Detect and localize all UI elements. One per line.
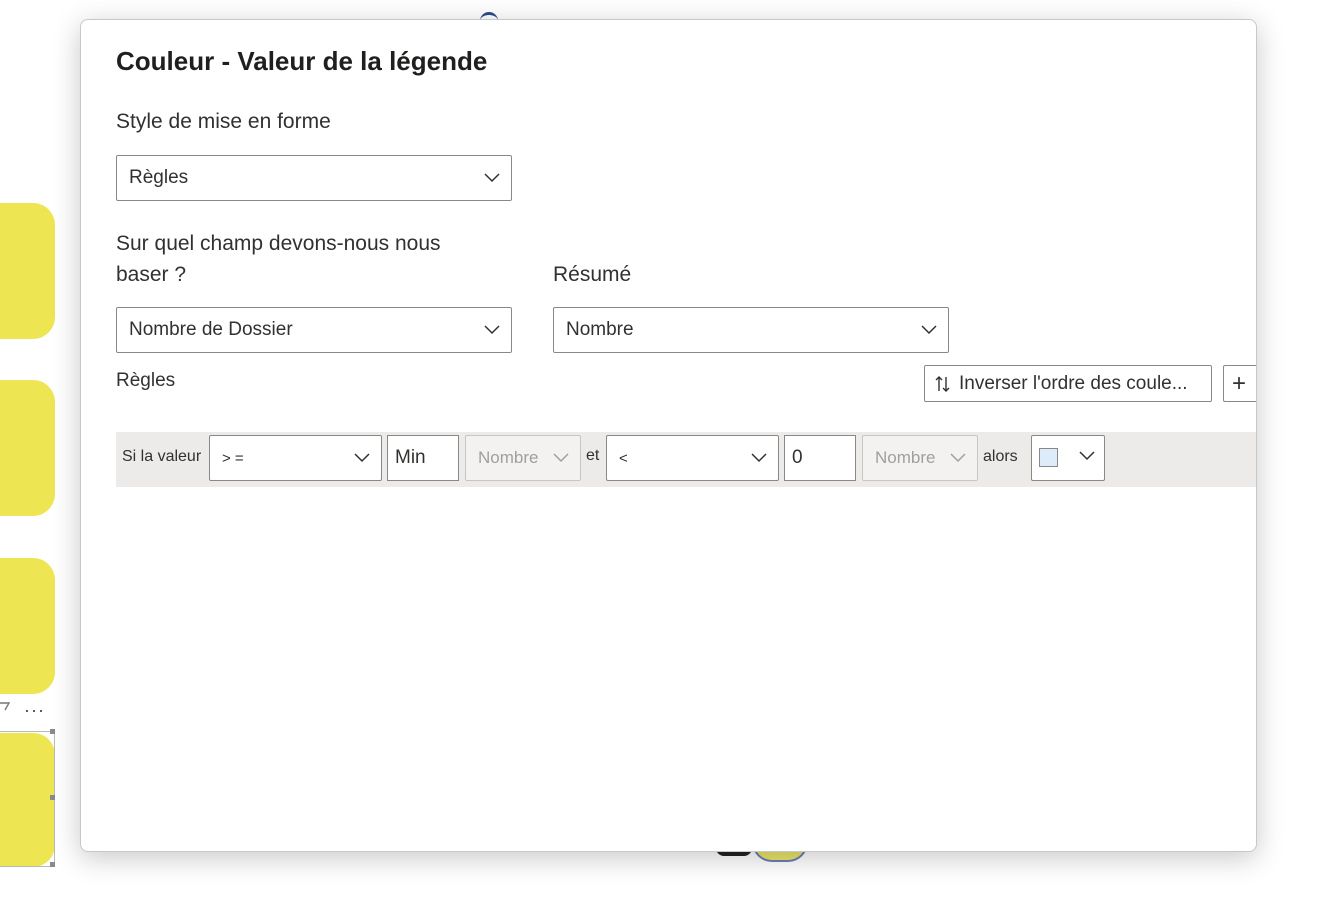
and-label: et bbox=[586, 447, 600, 464]
resize-handle[interactable] bbox=[50, 795, 55, 800]
selection-frame bbox=[0, 731, 55, 867]
chevron-down-icon bbox=[484, 325, 500, 335]
chevron-down-icon bbox=[553, 453, 569, 463]
if-value-label: Si la valeur bbox=[122, 448, 202, 465]
chevron-down-icon bbox=[751, 453, 767, 463]
operator2-dropdown[interactable]: < bbox=[606, 435, 779, 481]
color-swatch bbox=[1039, 448, 1058, 467]
reverse-color-order-button[interactable]: Inverser l'ordre des coule... bbox=[924, 365, 1212, 402]
summary-dropdown[interactable]: Nombre bbox=[553, 307, 949, 353]
max-value-text: 0 bbox=[792, 447, 803, 468]
value2-type-text: Nombre bbox=[875, 448, 936, 467]
plus-icon: + bbox=[1232, 369, 1247, 397]
min-value-input[interactable]: Min bbox=[387, 435, 459, 481]
more-options-icon[interactable]: ··· bbox=[24, 700, 45, 721]
chevron-down-icon bbox=[484, 173, 500, 183]
field-label-line2: baser ? bbox=[116, 263, 187, 286]
max-value-input[interactable]: 0 bbox=[784, 435, 856, 481]
value2-type-dropdown[interactable]: Nombre bbox=[862, 435, 978, 481]
resize-handle[interactable] bbox=[50, 729, 55, 734]
operator1-dropdown[interactable]: > = bbox=[209, 435, 382, 481]
report-tile bbox=[0, 380, 55, 516]
then-label: alors bbox=[983, 448, 1018, 465]
format-style-label: Style de mise en forme bbox=[116, 110, 331, 133]
add-rule-button[interactable]: + bbox=[1223, 365, 1256, 402]
chevron-down-icon bbox=[354, 453, 370, 463]
format-style-value: Règles bbox=[129, 167, 189, 188]
dialog-title: Couleur - Valeur de la légende bbox=[116, 46, 488, 76]
resize-handle[interactable] bbox=[50, 862, 55, 867]
chevron-down-icon bbox=[1079, 451, 1095, 461]
operator2-value: < bbox=[619, 449, 628, 467]
sort-arrows-icon bbox=[935, 375, 950, 392]
chevron-down-icon bbox=[921, 325, 937, 335]
report-tile bbox=[0, 203, 55, 339]
field-dropdown[interactable]: Nombre de Dossier bbox=[116, 307, 512, 353]
summary-value: Nombre bbox=[566, 319, 634, 340]
rule-row: Si la valeur > = Min Nombre et < 0 Nombr… bbox=[116, 432, 1256, 487]
min-value-text: Min bbox=[395, 447, 426, 468]
value1-type-dropdown[interactable]: Nombre bbox=[465, 435, 581, 481]
reverse-button-label: Inverser l'ordre des coule... bbox=[959, 372, 1188, 394]
value1-type-text: Nombre bbox=[478, 448, 539, 467]
conditional-format-dialog: Couleur - Valeur de la légende Style de … bbox=[80, 19, 1257, 852]
report-tile bbox=[0, 558, 55, 694]
field-label-line1: Sur quel champ devons-nous nous bbox=[116, 232, 441, 255]
chevron-down-icon bbox=[950, 453, 966, 463]
format-style-dropdown[interactable]: Règles bbox=[116, 155, 512, 201]
color-picker-dropdown[interactable] bbox=[1031, 435, 1105, 481]
field-value: Nombre de Dossier bbox=[129, 319, 293, 340]
summary-label: Résumé bbox=[553, 263, 632, 286]
filter-icon[interactable] bbox=[0, 700, 11, 721]
operator1-value: > = bbox=[222, 449, 244, 467]
rules-label: Règles bbox=[116, 370, 176, 391]
